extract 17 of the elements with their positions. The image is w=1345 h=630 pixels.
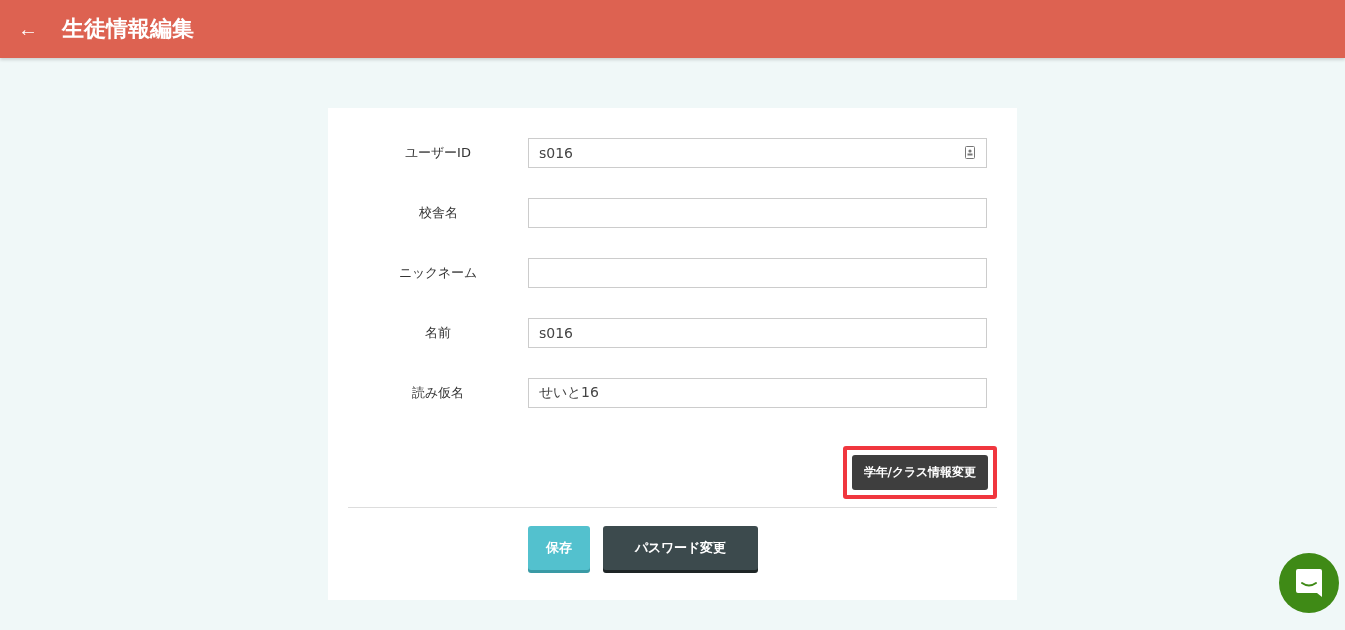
chat-button[interactable] (1279, 553, 1339, 613)
password-change-button[interactable]: パスワード変更 (603, 526, 758, 570)
contact-card-icon[interactable] (965, 146, 975, 159)
field-label: ニックネーム (399, 264, 477, 282)
field-label: ユーザーID (405, 144, 471, 162)
input-field[interactable] (528, 198, 987, 228)
input-field[interactable]: s016 (528, 318, 987, 348)
class-change-button[interactable]: 学年/クラス情報変更 (851, 455, 988, 490)
page-title: 生徒情報編集 (62, 15, 194, 43)
field-label: 読み仮名 (412, 384, 464, 402)
input-field[interactable]: s016 (528, 138, 987, 168)
back-button[interactable]: ← (16, 17, 40, 41)
input-field[interactable]: せいと16 (528, 378, 987, 408)
input-field[interactable] (528, 258, 987, 288)
field-label: 名前 (425, 324, 451, 342)
field-label: 校舎名 (418, 204, 458, 222)
chat-icon (1295, 568, 1323, 598)
